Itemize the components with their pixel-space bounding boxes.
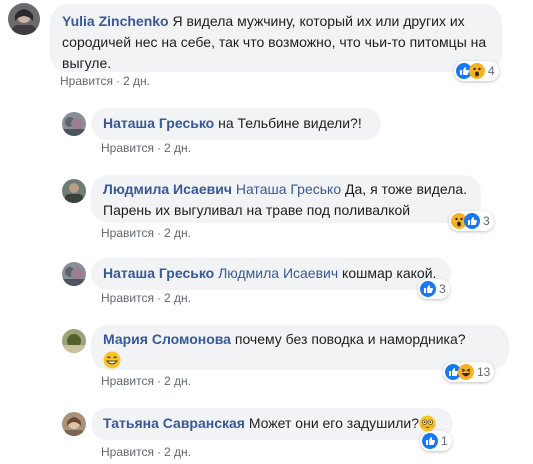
grin-emoji-icon [103, 351, 121, 375]
comment-meta: Нравится · 2 дн. [101, 291, 191, 305]
reactions-count: 1 [441, 434, 448, 448]
like-link[interactable]: Нравится [101, 374, 154, 388]
avatar[interactable] [8, 3, 40, 35]
avatar[interactable] [62, 262, 86, 286]
avatar[interactable] [62, 412, 86, 436]
timestamp[interactable]: 2 дн. [164, 226, 191, 240]
comment-meta: Нравится · 2 дн. [60, 74, 150, 88]
comment-bubble: Татьяна Савранская Может они его задушил… [91, 408, 453, 440]
timestamp[interactable]: 2 дн. [164, 141, 191, 155]
reactions-summary[interactable]: 3 [449, 211, 494, 231]
comment-text: почему без поводка и намордника? [234, 331, 466, 347]
separator: · [156, 445, 161, 459]
comment-bubble: Людмила Исаевич Наташа Гресько Да, я тож… [91, 175, 481, 223]
comment-author[interactable]: Татьяна Савранская [103, 415, 245, 431]
comment-text: Может они его задушили? [248, 415, 419, 431]
like-link[interactable]: Нравится [60, 74, 113, 88]
reactions-count: 3 [439, 282, 446, 296]
comment-author[interactable]: Мария Сломонова [103, 331, 231, 347]
reactions-summary[interactable]: 4 [454, 61, 499, 81]
like-link[interactable]: Нравится [101, 141, 154, 155]
like-icon [420, 281, 436, 297]
comment-meta: Нравится · 2 дн. [101, 226, 191, 240]
avatar[interactable] [62, 179, 86, 203]
comment-meta: Нравится · 2 дн. [101, 141, 191, 155]
comment-meta: Нравится · 2 дн. [101, 445, 191, 459]
avatar[interactable] [62, 112, 86, 136]
wow-icon [469, 63, 485, 79]
comment-text: сородичей нес на себе, так что возможно,… [62, 34, 487, 50]
timestamp[interactable]: 2 дн. [164, 291, 191, 305]
separator: · [156, 291, 161, 305]
comment-text: Я видела мужчину, который их или других … [172, 13, 465, 29]
avatar[interactable] [62, 329, 86, 353]
reactions-count: 4 [488, 64, 495, 78]
comment-text: Да, я тоже видела. [345, 181, 468, 197]
comment-bubble: Yulia Zinchenko Я видела мужчину, которы… [50, 4, 502, 72]
reactions-count: 13 [477, 365, 491, 379]
separator: · [156, 141, 161, 155]
haha-icon [458, 364, 474, 380]
comment-author[interactable]: Наташа Гресько [103, 115, 214, 131]
comment-text: Парень их выгуливал на траве под поливал… [103, 202, 411, 218]
separator: · [156, 226, 161, 240]
comment-text: выгуле. [62, 55, 112, 71]
like-icon [422, 433, 438, 449]
like-link[interactable]: Нравится [101, 445, 154, 459]
reactions-summary[interactable]: 3 [418, 279, 450, 299]
reply-mention[interactable]: Наташа Гресько [236, 181, 341, 197]
timestamp[interactable]: 2 дн. [123, 74, 150, 88]
comment-author[interactable]: Наташа Гресько [103, 265, 214, 281]
timestamp[interactable]: 2 дн. [164, 374, 191, 388]
comment-bubble: Наташа Гресько на Тельбине видели?! [91, 108, 381, 140]
reactions-summary[interactable]: 13 [443, 362, 495, 382]
like-link[interactable]: Нравится [101, 226, 154, 240]
comment-text: кошмар какой. [342, 265, 437, 281]
comment-meta: Нравится · 2 дн. [101, 374, 191, 388]
comment-author[interactable]: Людмила Исаевич [103, 181, 232, 197]
comment-text: на Тельбине видели?! [218, 115, 362, 131]
timestamp[interactable]: 2 дн. [164, 445, 191, 459]
like-icon [464, 213, 480, 229]
comment-bubble: Наташа Гресько Людмила Исаевич кошмар ка… [91, 258, 451, 290]
separator: · [115, 74, 120, 88]
comment-author[interactable]: Yulia Zinchenko [62, 13, 169, 29]
reply-mention[interactable]: Людмила Исаевич [218, 265, 338, 281]
reactions-summary[interactable]: 1 [420, 431, 452, 451]
separator: · [156, 374, 161, 388]
reactions-count: 3 [483, 214, 490, 228]
like-link[interactable]: Нравится [101, 291, 154, 305]
